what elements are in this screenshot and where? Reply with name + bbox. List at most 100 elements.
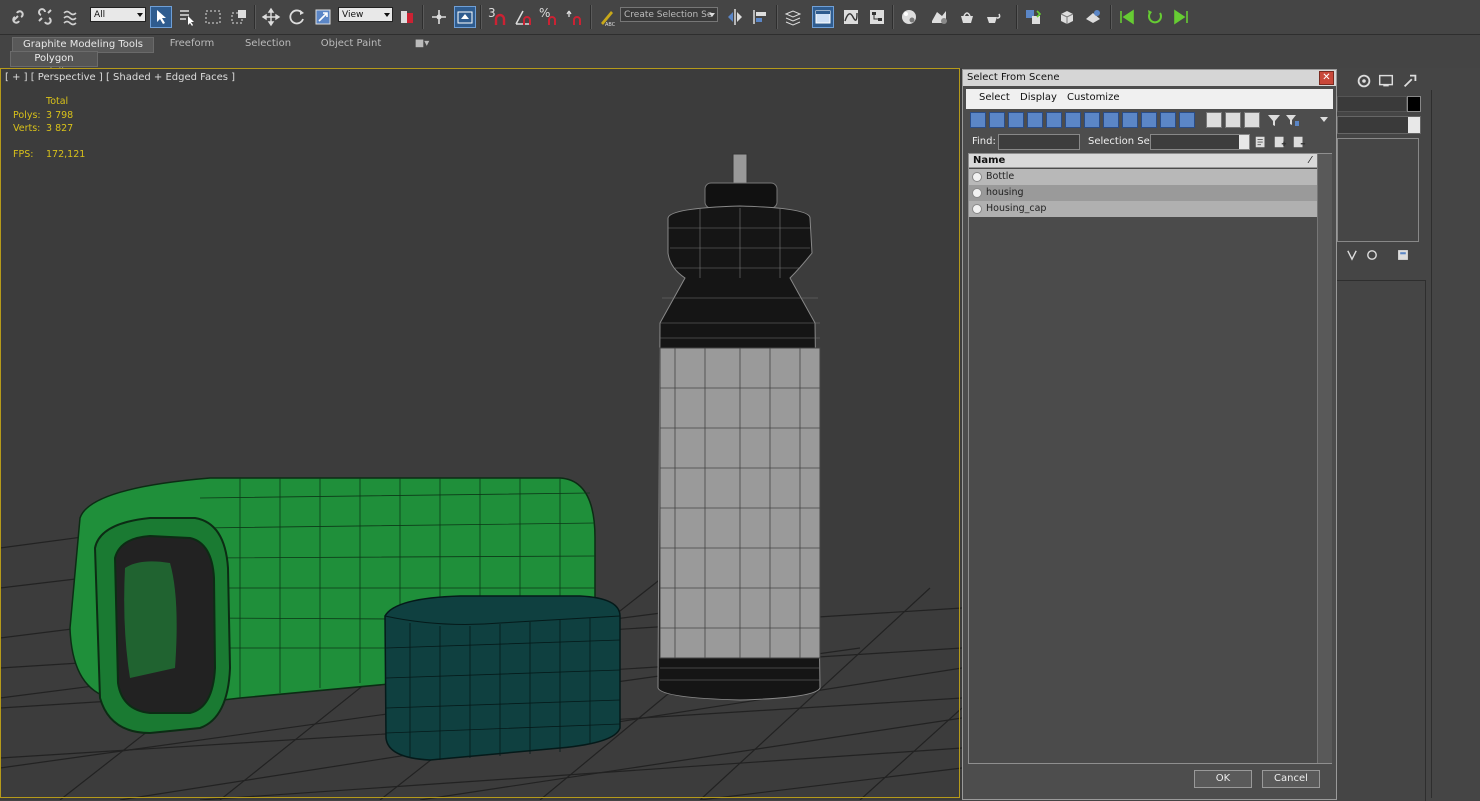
stats-verts-label: Verts: (13, 123, 41, 134)
select-manipulate-icon[interactable] (428, 6, 450, 28)
column-header-name[interactable]: Name ⁄ (969, 154, 1317, 168)
pin-stack-icon[interactable] (1345, 248, 1359, 262)
cancel-button[interactable]: Cancel (1262, 770, 1320, 788)
close-icon[interactable]: ✕ (1319, 71, 1334, 85)
keyboard-shortcut-override-icon[interactable] (454, 6, 476, 28)
object-name: Bottle (986, 171, 1015, 182)
snaps-toggle-icon[interactable]: 3 (486, 6, 508, 28)
graphite-toggle-icon[interactable] (812, 6, 834, 28)
move-icon[interactable] (260, 6, 282, 28)
render-production-icon[interactable] (982, 6, 1004, 28)
menu-customize[interactable]: Customize (1067, 92, 1120, 103)
object-type-icon (972, 204, 982, 214)
edit-named-selection-icon[interactable]: ABC (596, 6, 618, 28)
create-selection-set-icon[interactable] (1254, 135, 1268, 149)
batch-render-icon[interactable] (1082, 6, 1104, 28)
window-crossing-icon[interactable] (228, 6, 250, 28)
find-input[interactable] (998, 134, 1080, 150)
pivot-center-icon[interactable] (396, 6, 418, 28)
modifier-list-dropdown[interactable] (1337, 116, 1421, 134)
selection-set-dropdown[interactable] (1150, 134, 1250, 150)
named-selection-dropdown[interactable]: Create Selection Se (620, 7, 718, 22)
next-key-icon[interactable] (1170, 6, 1192, 28)
toolbar-overflow-icon[interactable] (1320, 117, 1328, 122)
display-panel-icon[interactable] (1377, 72, 1397, 90)
loop-icon[interactable] (1144, 6, 1166, 28)
material-editor-icon[interactable] (898, 6, 920, 28)
display-hidden-icon[interactable] (1179, 112, 1195, 128)
display-cameras-icon[interactable] (1027, 112, 1043, 128)
remove-from-selection-set-icon[interactable] (1292, 135, 1306, 149)
perspective-viewport[interactable] (0, 68, 962, 800)
utilities-panel-icon[interactable] (1401, 72, 1421, 90)
list-scrollbar[interactable] (1317, 154, 1332, 763)
spinner-snap-icon[interactable] (564, 6, 586, 28)
unlink-icon[interactable] (34, 6, 56, 28)
polygon-modeling-panel-button[interactable]: Polygon Modeling (10, 51, 98, 78)
display-shapes-icon[interactable] (989, 112, 1005, 128)
select-invert-icon[interactable] (1244, 112, 1260, 128)
list-item[interactable]: Bottle (969, 169, 1317, 185)
object-color-swatch[interactable] (1407, 96, 1421, 112)
select-none-icon[interactable] (1225, 112, 1241, 128)
bottle-object (657, 153, 821, 701)
display-xrefs-icon[interactable] (1103, 112, 1119, 128)
display-lights-icon[interactable] (1008, 112, 1024, 128)
display-groups-icon[interactable] (1084, 112, 1100, 128)
angle-snap-icon[interactable] (512, 6, 534, 28)
layer-manager-icon[interactable] (782, 6, 804, 28)
select-by-name-icon[interactable] (176, 6, 198, 28)
filter-icon[interactable] (1266, 112, 1282, 128)
viewport-label[interactable]: [ + ] [ Perspective ] [ Shaded + Edged F… (5, 72, 235, 83)
menu-select[interactable]: Select (979, 92, 1010, 103)
modifier-stack[interactable] (1337, 138, 1419, 242)
display-geometry-icon[interactable] (970, 112, 986, 128)
ok-button[interactable]: OK (1194, 770, 1252, 788)
scale-icon[interactable] (312, 6, 334, 28)
tab-selection[interactable]: Selection (234, 37, 302, 51)
dialog-title[interactable]: Select From Scene (963, 70, 1336, 86)
menu-display[interactable]: Display (1020, 92, 1057, 103)
scene-object-list[interactable] (968, 153, 1332, 764)
rect-selection-icon[interactable] (202, 6, 224, 28)
container-icon[interactable] (1056, 6, 1078, 28)
add-to-selection-set-icon[interactable] (1273, 135, 1287, 149)
display-containers-icon[interactable] (1141, 112, 1157, 128)
link-icon[interactable] (8, 6, 30, 28)
stats-polys-label: Polys: (13, 110, 41, 121)
main-toolbar: All View 3 % ABC Create Selection Se (0, 0, 1480, 35)
tab-object-paint[interactable]: Object Paint (312, 37, 390, 51)
select-object-icon[interactable] (150, 6, 172, 28)
ribbon-options-icon[interactable]: ■▾ (410, 37, 434, 51)
rendered-frame-icon[interactable] (956, 6, 978, 28)
display-bones-icon[interactable] (1122, 112, 1138, 128)
selection-set-label: Selection Set: (1088, 136, 1158, 147)
render-setup-icon[interactable] (928, 6, 950, 28)
list-item[interactable]: housing (969, 185, 1317, 201)
ref-coord-dropdown[interactable]: View (338, 7, 393, 22)
show-end-result-icon[interactable] (1365, 248, 1379, 262)
display-helpers-icon[interactable] (1046, 112, 1062, 128)
bind-space-warp-icon[interactable] (60, 6, 82, 28)
object-name-field[interactable] (1337, 96, 1407, 112)
schematic-view-icon[interactable] (866, 6, 888, 28)
list-item[interactable]: Housing_cap (969, 201, 1317, 217)
rotate-icon[interactable] (286, 6, 308, 28)
scene-explorer-icon[interactable] (1022, 6, 1044, 28)
percent-snap-icon[interactable]: % (538, 6, 560, 28)
motion-panel-icon[interactable] (1355, 72, 1375, 90)
object-name: housing (986, 187, 1024, 198)
command-panel-scroll[interactable] (1431, 90, 1480, 798)
selection-filter-dropdown[interactable]: All (90, 7, 146, 22)
prev-key-icon[interactable] (1116, 6, 1138, 28)
select-all-icon[interactable] (1206, 112, 1222, 128)
filter-options-icon[interactable] (1284, 112, 1300, 128)
align-icon[interactable] (750, 6, 772, 28)
curve-editor-icon[interactable] (840, 6, 862, 28)
display-space-warps-icon[interactable] (1065, 112, 1081, 128)
configure-modifier-sets-icon[interactable] (1395, 248, 1411, 262)
ref-coord-value: View (342, 10, 364, 20)
mirror-icon[interactable] (724, 6, 746, 28)
display-frozen-icon[interactable] (1160, 112, 1176, 128)
tab-freeform[interactable]: Freeform (158, 37, 226, 51)
